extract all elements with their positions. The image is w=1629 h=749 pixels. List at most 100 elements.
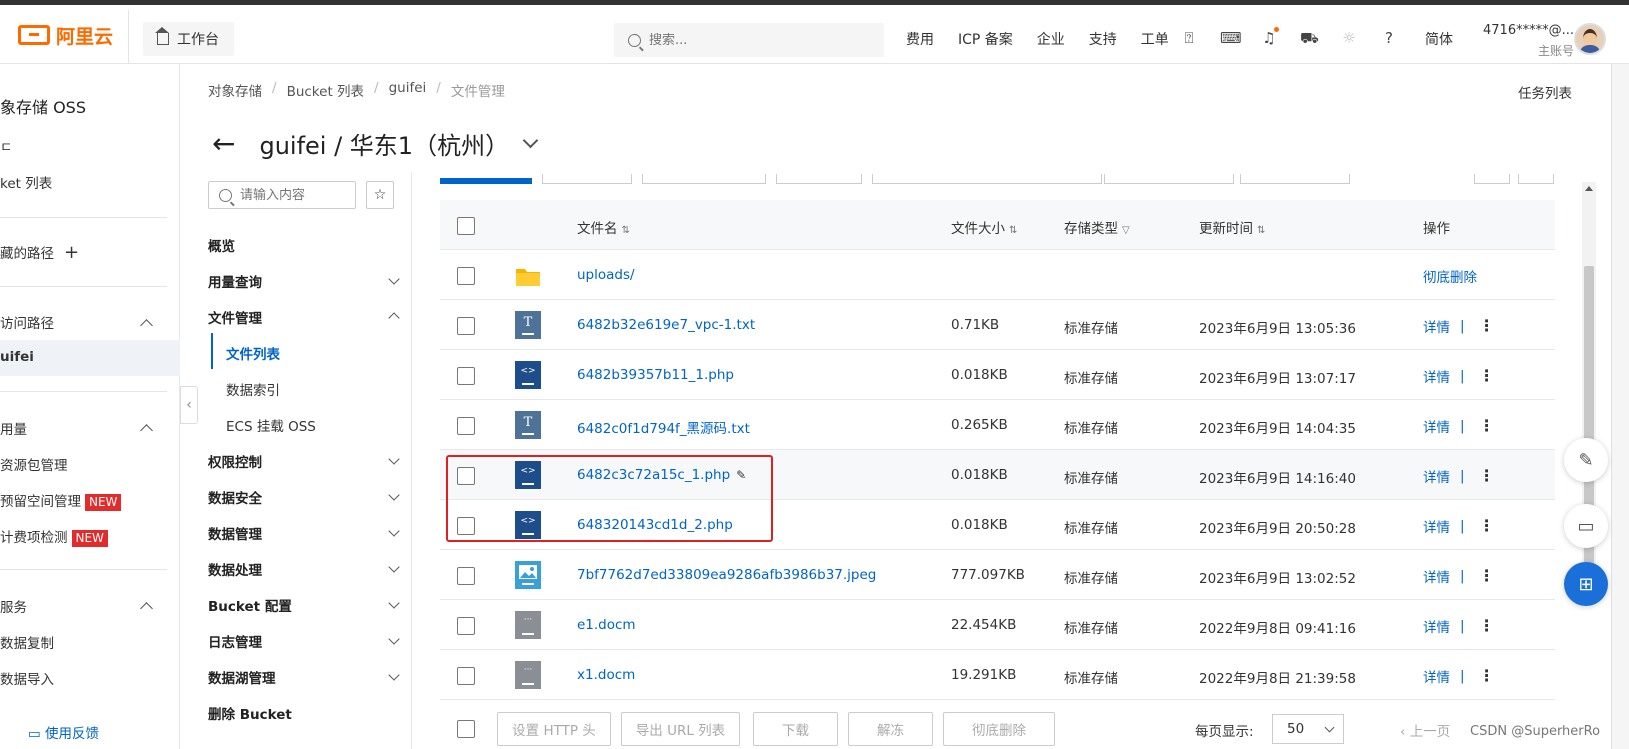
row-checkbox[interactable] bbox=[457, 317, 475, 335]
more-icon[interactable]: ⋮ bbox=[1479, 568, 1495, 584]
sort-icon[interactable]: ⇅ bbox=[622, 225, 630, 236]
menu-item-overview[interactable]: 概览 bbox=[208, 235, 235, 255]
add-icon[interactable]: + bbox=[64, 242, 79, 263]
table-row[interactable]: uploads/ 彻底删除 bbox=[440, 250, 1555, 300]
details-link[interactable]: 详情 bbox=[1423, 416, 1450, 436]
sort-icon[interactable]: ⇅ bbox=[1257, 225, 1265, 236]
chevron-down-icon[interactable] bbox=[522, 132, 539, 149]
row-checkbox[interactable] bbox=[457, 667, 475, 685]
menu-item-log-mgmt[interactable]: 日志管理 bbox=[208, 631, 262, 651]
breadcrumb-bucket[interactable]: guifei bbox=[389, 80, 427, 100]
cart-icon[interactable]: ⛟ bbox=[1300, 29, 1319, 47]
filter-icon[interactable]: ▽ bbox=[1122, 225, 1130, 236]
file-name-link[interactable]: e1.docm bbox=[577, 617, 636, 633]
edit-fab[interactable]: ✎ bbox=[1564, 438, 1608, 482]
more-icon[interactable]: ⋮ bbox=[1479, 418, 1495, 434]
restore-button[interactable]: 解冻 bbox=[848, 712, 933, 746]
column-filename[interactable]: 文件名 ⇅ bbox=[577, 217, 630, 237]
page-size-select[interactable]: 50 bbox=[1272, 714, 1344, 744]
file-name-link[interactable]: 6482b32e619e7_vpc-1.txt bbox=[577, 317, 755, 333]
avatar[interactable] bbox=[1574, 23, 1606, 55]
sidebar-item-access-path[interactable]: 访问路径 bbox=[0, 312, 54, 332]
details-link[interactable]: 详情 bbox=[1423, 616, 1450, 636]
column-updated[interactable]: 更新时间 ⇅ bbox=[1199, 217, 1265, 237]
workbench-button[interactable]: 工作台 bbox=[143, 22, 234, 56]
nav-ticket[interactable]: 工单 bbox=[1141, 29, 1169, 49]
more-icon[interactable]: ⋮ bbox=[1479, 518, 1495, 534]
chevron-up-icon[interactable] bbox=[140, 424, 153, 437]
file-name-link[interactable]: 6482c0f1d794f_黑源码.txt bbox=[577, 417, 750, 437]
search-input[interactable] bbox=[649, 32, 849, 48]
table-row[interactable]: 7bf7762d7ed33809ea9286afb3986b37.jpeg 77… bbox=[440, 550, 1555, 600]
menu-search-input[interactable] bbox=[240, 187, 350, 203]
export-url-list-button[interactable]: 导出 URL 列表 bbox=[621, 712, 740, 746]
scroll-up-arrow-icon[interactable] bbox=[1585, 186, 1593, 191]
details-link[interactable]: 详情 bbox=[1423, 566, 1450, 586]
row-checkbox[interactable] bbox=[457, 617, 475, 635]
menu-item-file-mgmt[interactable]: 文件管理 bbox=[208, 307, 262, 327]
toolbar-button-partial[interactable] bbox=[776, 174, 862, 184]
menu-search[interactable] bbox=[208, 181, 356, 209]
star-icon[interactable]: ☆ bbox=[366, 181, 394, 209]
menu-item-access-control[interactable]: 权限控制 bbox=[208, 451, 262, 471]
select-all-checkbox[interactable] bbox=[457, 217, 475, 235]
more-icon[interactable]: ⋮ bbox=[1479, 468, 1495, 484]
sidebar-item-services[interactable]: 服务 bbox=[0, 596, 27, 616]
breadcrumb-oss[interactable]: 对象存储 bbox=[208, 80, 262, 100]
sidebar-item-reserved-space[interactable]: 预留空间管理 NEW bbox=[0, 490, 122, 511]
delete-permanently-link[interactable]: 彻底删除 bbox=[1423, 266, 1477, 286]
sidebar-item-data-import[interactable]: 数据导入 bbox=[0, 668, 54, 688]
feedback-link[interactable]: ▭ 使用反馈 bbox=[28, 722, 99, 742]
sidebar-collapse-button[interactable]: ‹ bbox=[180, 386, 198, 424]
select-all-footer-checkbox[interactable] bbox=[457, 720, 475, 738]
menu-item-usage-query[interactable]: 用量查询 bbox=[208, 271, 262, 291]
row-checkbox[interactable] bbox=[457, 267, 475, 285]
details-link[interactable]: 详情 bbox=[1423, 366, 1450, 386]
menu-item-ecs-mount[interactable]: ECS 挂载 OSS bbox=[226, 415, 316, 435]
scrollbar-thumb[interactable] bbox=[1584, 266, 1594, 602]
back-arrow-icon[interactable]: ← bbox=[212, 127, 235, 160]
toolbar-button-partial[interactable] bbox=[1518, 174, 1554, 184]
details-link[interactable]: 详情 bbox=[1423, 666, 1450, 686]
details-link[interactable]: 详情 bbox=[1423, 516, 1450, 536]
sidebar-item-bucket-guifei[interactable]: uifei bbox=[0, 349, 34, 365]
sidebar-item-usage[interactable]: 用量 bbox=[0, 418, 27, 438]
set-http-header-button[interactable]: 设置 HTTP 头 bbox=[497, 712, 611, 746]
task-list-link[interactable]: 任务列表 bbox=[1518, 82, 1572, 102]
help-icon[interactable]: ? bbox=[1380, 29, 1398, 47]
account-info[interactable]: 4716*****@... 主账号 bbox=[1474, 21, 1574, 61]
sort-icon[interactable]: ⇅ bbox=[1009, 225, 1017, 236]
sidebar-item-data-replication[interactable]: 数据复制 bbox=[0, 632, 54, 652]
nav-billing[interactable]: 费用 bbox=[906, 29, 934, 49]
sidebar-item-favorites[interactable]: 藏的路径 + bbox=[0, 242, 79, 263]
nav-support[interactable]: 支持 bbox=[1089, 29, 1117, 49]
menu-item-data-security[interactable]: 数据安全 bbox=[208, 487, 262, 507]
delete-permanently-button[interactable]: 彻底删除 bbox=[943, 712, 1055, 746]
bell-icon[interactable]: ♫ bbox=[1260, 27, 1279, 47]
language-switch[interactable]: 简体 bbox=[1425, 29, 1453, 49]
menu-item-datalake-mgmt[interactable]: 数据湖管理 bbox=[208, 667, 276, 687]
row-checkbox[interactable] bbox=[457, 417, 475, 435]
toolbar-button-partial[interactable] bbox=[1240, 174, 1350, 184]
download-button[interactable]: 下载 bbox=[753, 712, 838, 746]
details-link[interactable]: 详情 bbox=[1423, 466, 1450, 486]
sidebar-item-bucket-list[interactable]: ket 列表 bbox=[0, 172, 52, 192]
more-icon[interactable]: ⋮ bbox=[1479, 368, 1495, 384]
chat-fab[interactable]: ▭ bbox=[1564, 504, 1608, 548]
table-row[interactable]: <> 6482b39357b11_1.php 0.018KB 标准存储 2023… bbox=[440, 350, 1555, 400]
table-row[interactable]: ··· e1.docm 22.454KB 标准存储 2022年9月8日 09:4… bbox=[440, 600, 1555, 650]
column-storage[interactable]: 存储类型 ▽ bbox=[1064, 217, 1130, 237]
more-icon[interactable]: ⋮ bbox=[1479, 318, 1495, 334]
lightbulb-icon[interactable]: ☼ bbox=[1340, 29, 1358, 47]
menu-item-data-processing[interactable]: 数据处理 bbox=[208, 559, 262, 579]
apps-fab[interactable]: ⊞ bbox=[1564, 562, 1608, 606]
aliyun-logo[interactable]: 阿里云 bbox=[18, 22, 113, 48]
file-name-link[interactable]: uploads/ bbox=[577, 267, 635, 283]
row-checkbox[interactable] bbox=[457, 367, 475, 385]
row-checkbox[interactable] bbox=[457, 567, 475, 585]
upload-button-partial[interactable] bbox=[440, 178, 532, 184]
ai-assistant-icon[interactable]: ⍰ bbox=[1180, 29, 1198, 47]
chevron-up-icon[interactable] bbox=[140, 602, 153, 615]
prev-page-button[interactable]: ‹ 上一页 bbox=[1400, 720, 1450, 740]
file-name-link[interactable]: x1.docm bbox=[577, 667, 635, 683]
